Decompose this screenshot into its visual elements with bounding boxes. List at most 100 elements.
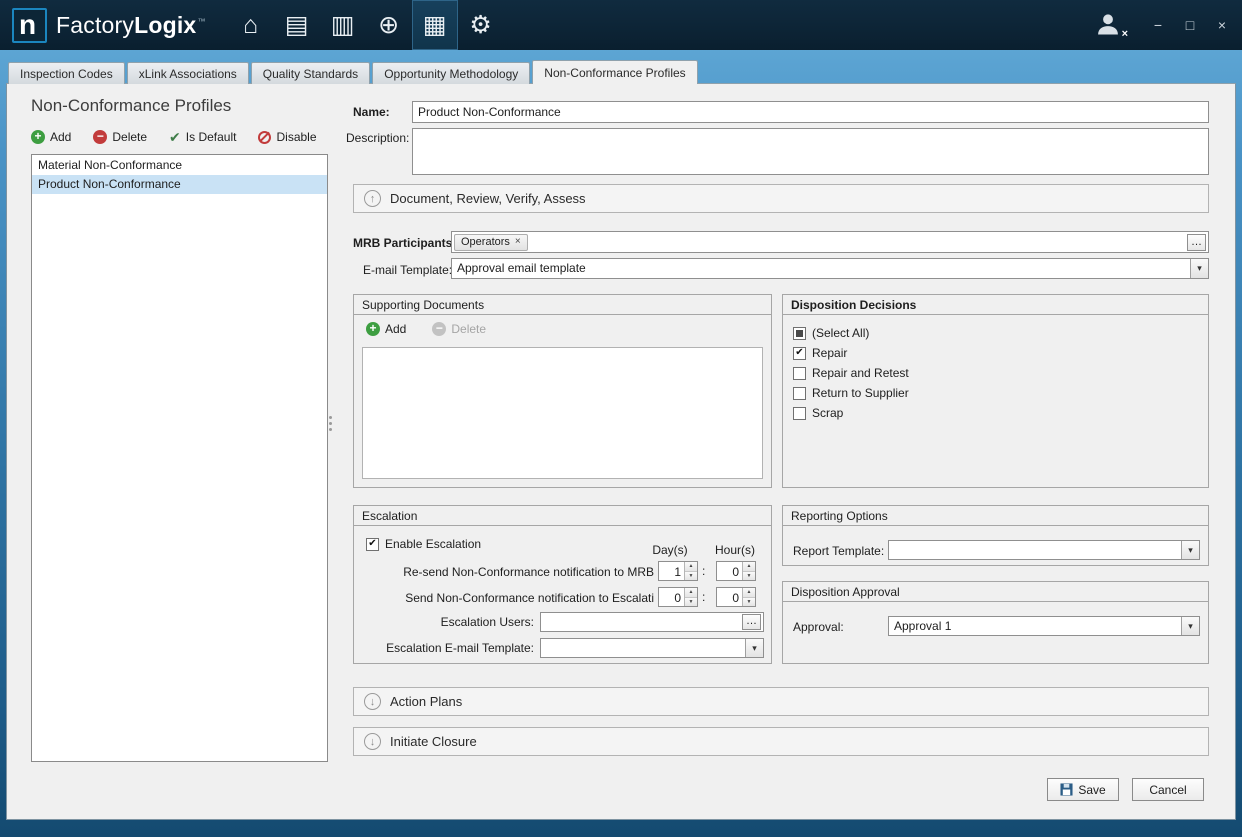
collapse-up-icon: ↑ [364, 190, 381, 207]
email-template-value: Approval email template [452, 259, 1190, 278]
escalation-days-spinner[interactable]: 0 ▲▼ [658, 587, 698, 607]
chevron-down-icon[interactable]: ▾ [745, 639, 763, 657]
escalation-email-template-select[interactable]: ▾ [540, 638, 764, 658]
spin-up-icon[interactable]: ▲ [743, 562, 755, 572]
titlebar-nav-icons: ⌂ ▤ ▥ ⊕ ▦ ⚙ [228, 0, 504, 50]
tab-opportunity-methodology[interactable]: Opportunity Methodology [372, 62, 530, 84]
splitter-handle[interactable] [329, 416, 335, 436]
close-button[interactable]: × [1214, 17, 1230, 33]
disposition-approval-header: Disposition Approval [783, 582, 1208, 602]
add-profile-button[interactable]: + Add [31, 130, 71, 144]
delete-profile-button[interactable]: − Delete [93, 130, 147, 144]
email-template-label: E-mail Template: [363, 263, 452, 277]
option-return-to-supplier[interactable]: Return to Supplier [783, 383, 1208, 403]
is-default-button[interactable]: ✔ Is Default [169, 130, 236, 144]
chevron-down-icon[interactable]: ▾ [1181, 541, 1199, 559]
checkbox-indeterminate[interactable] [793, 327, 806, 340]
checkbox-unchecked[interactable] [793, 387, 806, 400]
checkbox-unchecked[interactable] [793, 367, 806, 380]
checkbox-checked[interactable] [366, 538, 379, 551]
escalation-group: Escalation Enable Escalation Day(s) Hour… [353, 505, 772, 664]
app-window: n FactoryLogix™ ⌂ ▤ ▥ ⊕ ▦ ⚙ × − □ × [0, 0, 1242, 837]
disposition-approval-title: Disposition Approval [791, 585, 900, 599]
is-default-label: Is Default [186, 130, 237, 144]
cancel-button[interactable]: Cancel [1132, 778, 1204, 801]
tab-inspection-codes[interactable]: Inspection Codes [8, 62, 125, 84]
name-label: Name: [353, 105, 390, 119]
spin-down-icon[interactable]: ▼ [685, 598, 697, 607]
checkbox-unchecked[interactable] [793, 407, 806, 420]
tab-non-conformance-profiles[interactable]: Non-Conformance Profiles [532, 60, 697, 84]
list-item-product-nc[interactable]: Product Non-Conformance [32, 175, 327, 194]
mrb-browse-button[interactable]: … [1187, 234, 1206, 251]
tab-strip: Inspection Codes xLink Associations Qual… [8, 60, 700, 84]
delete-document-button[interactable]: − Delete [432, 322, 486, 336]
section-document-review[interactable]: ↑ Document, Review, Verify, Assess [353, 184, 1209, 213]
disable-profile-button[interactable]: Disable [258, 130, 316, 144]
chip-remove-icon[interactable]: × [515, 237, 521, 247]
chevron-down-icon[interactable]: ▾ [1190, 259, 1208, 278]
report-template-select[interactable]: ▾ [888, 540, 1200, 560]
maximize-button[interactable]: □ [1182, 17, 1198, 33]
section-action-plans[interactable]: ↓ Action Plans [353, 687, 1209, 716]
minimize-button[interactable]: − [1150, 17, 1166, 33]
spin-down-icon[interactable]: ▼ [743, 598, 755, 607]
checkbox-checked[interactable] [793, 347, 806, 360]
enable-escalation-checkbox[interactable]: Enable Escalation [356, 534, 481, 554]
trademark-symbol: ™ [197, 17, 205, 26]
disposition-decisions-title: Disposition Decisions [791, 298, 916, 312]
approval-label: Approval: [793, 620, 844, 634]
spin-up-icon[interactable]: ▲ [743, 588, 755, 598]
tab-xlink-associations[interactable]: xLink Associations [127, 62, 249, 84]
approval-select[interactable]: Approval 1 ▾ [888, 616, 1200, 636]
delete-label: Delete [112, 130, 147, 144]
spin-up-icon[interactable]: ▲ [685, 562, 697, 572]
escalation-hours-spinner[interactable]: 0 ▲▼ [716, 587, 756, 607]
resend-days-spinner[interactable]: 1 ▲▼ [658, 561, 698, 581]
settings-gear-icon[interactable]: ⚙ [458, 0, 504, 50]
name-input[interactable]: Product Non-Conformance [412, 101, 1209, 123]
add-document-button[interactable]: + Add [366, 322, 406, 336]
cancel-label: Cancel [1149, 783, 1186, 797]
app-title-part2: Logix [134, 12, 196, 38]
quality-icon[interactable]: ▦ [412, 0, 458, 50]
option-label: Repair [812, 346, 847, 360]
spinner-value: 0 [717, 562, 742, 580]
collapse-down-icon: ↓ [364, 693, 381, 710]
disposition-decisions-header: Disposition Decisions [783, 295, 1208, 315]
resend-hours-spinner[interactable]: 0 ▲▼ [716, 561, 756, 581]
spin-up-icon[interactable]: ▲ [685, 588, 697, 598]
spin-down-icon[interactable]: ▼ [743, 572, 755, 581]
option-scrap[interactable]: Scrap [783, 403, 1208, 423]
escalation-users-field[interactable]: … [540, 612, 764, 632]
reporting-options-header: Reporting Options [783, 506, 1208, 526]
mrb-participants-label: MRB Participants: [353, 236, 456, 250]
profiles-list[interactable]: Material Non-Conformance Product Non-Con… [31, 154, 328, 762]
option-select-all[interactable]: (Select All) [783, 323, 1208, 343]
escalation-users-browse-button[interactable]: … [742, 614, 761, 630]
description-input[interactable] [412, 128, 1209, 175]
save-button[interactable]: Save [1047, 778, 1119, 801]
add-icon: + [366, 322, 380, 336]
option-repair-and-retest[interactable]: Repair and Retest [783, 363, 1208, 383]
option-label: Return to Supplier [812, 386, 909, 400]
email-template-select[interactable]: Approval email template ▾ [451, 258, 1209, 279]
option-repair[interactable]: Repair [783, 343, 1208, 363]
list-item-material-nc[interactable]: Material Non-Conformance [32, 156, 327, 175]
mrb-participants-field[interactable]: Operators × … [451, 231, 1209, 253]
navigator-icon[interactable]: ⊕ [366, 0, 412, 50]
participant-chip[interactable]: Operators × [454, 234, 528, 251]
tab-quality-standards[interactable]: Quality Standards [251, 62, 370, 84]
planning-icon[interactable]: ▤ [274, 0, 320, 50]
option-label: Repair and Retest [812, 366, 909, 380]
chevron-down-icon[interactable]: ▾ [1181, 617, 1199, 635]
escalation-title: Escalation [362, 509, 417, 523]
user-account-icon[interactable]: × [1094, 10, 1124, 40]
library-icon[interactable]: ▥ [320, 0, 366, 50]
check-icon: ✔ [169, 130, 181, 144]
supporting-documents-list[interactable] [362, 347, 763, 479]
spin-down-icon[interactable]: ▼ [685, 572, 697, 581]
option-label: Scrap [812, 406, 843, 420]
home-icon[interactable]: ⌂ [228, 0, 274, 50]
section-initiate-closure[interactable]: ↓ Initiate Closure [353, 727, 1209, 756]
